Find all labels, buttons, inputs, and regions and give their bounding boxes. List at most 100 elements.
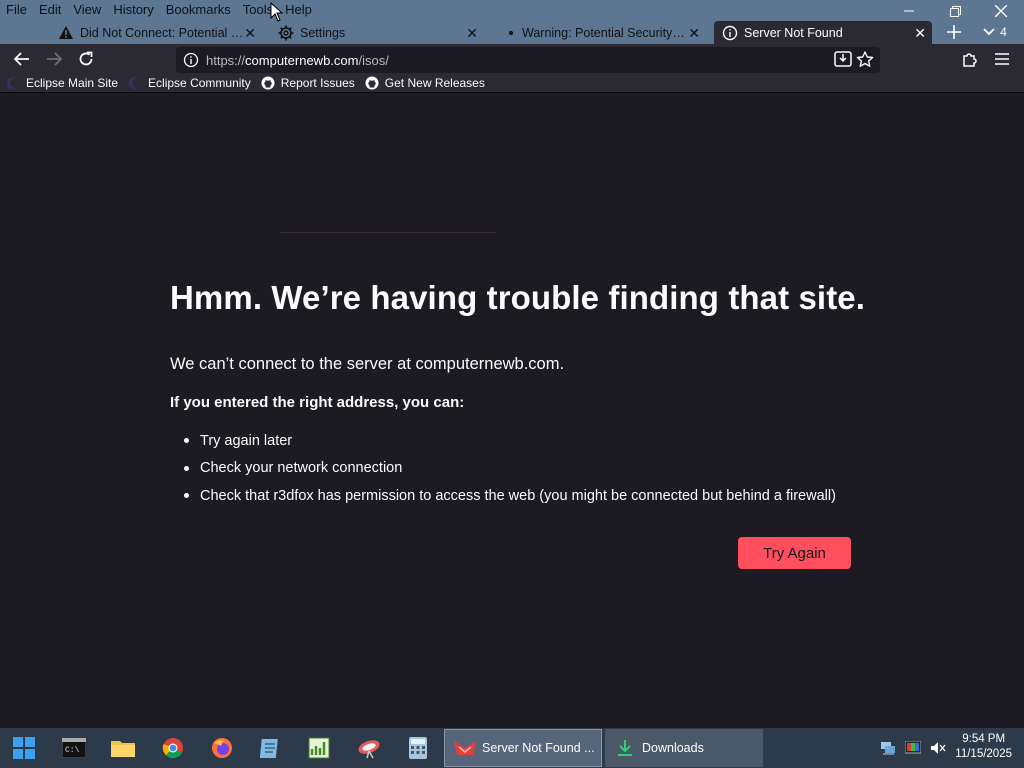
volume-muted-icon[interactable] xyxy=(930,740,946,756)
bookmark-eclipse-main-site[interactable]: Eclipse Main Site xyxy=(6,76,118,90)
menu-history[interactable]: History xyxy=(107,0,159,20)
bookmark-star-icon[interactable] xyxy=(856,51,874,73)
error-message: We can’t connect to the server at comput… xyxy=(170,355,565,373)
close-tab-icon[interactable]: ✕ xyxy=(688,25,700,42)
github-icon xyxy=(261,76,275,90)
taskbar-app-browser[interactable]: Server Not Found ... xyxy=(444,729,602,767)
tab-title: Settings xyxy=(300,25,346,40)
taskbar-app-downloads[interactable]: Downloads xyxy=(605,729,763,767)
back-button[interactable] xyxy=(9,48,35,70)
clock-time: 9:54 PM xyxy=(962,733,1006,745)
window-controls xyxy=(886,0,1024,22)
taskbar-chrome[interactable] xyxy=(158,734,188,762)
bookmark-get-new-releases[interactable]: Get New Releases xyxy=(365,76,485,90)
taskbar-network-app[interactable] xyxy=(354,734,384,762)
extensions-button[interactable] xyxy=(957,48,983,70)
taskbar-app-label: Downloads xyxy=(642,741,704,755)
error-title: Hmm. We’re having trouble finding that s… xyxy=(170,279,866,316)
tab-security-warning[interactable]: Warning: Potential Security Risk ✕ xyxy=(494,21,706,44)
reload-button[interactable] xyxy=(73,48,99,70)
save-page-icon[interactable] xyxy=(834,51,852,72)
app-menu-button[interactable] xyxy=(989,48,1015,70)
bookmark-report-issues[interactable]: Report Issues xyxy=(261,76,355,90)
clock-date: 11/15/2025 xyxy=(955,748,1012,760)
eclipse-icon xyxy=(128,76,143,90)
navigation-toolbar: https://computernewb.com/isos/ xyxy=(0,44,1024,73)
restore-button[interactable] xyxy=(932,0,978,22)
forward-button xyxy=(41,48,67,70)
plus-icon xyxy=(947,25,961,39)
firefox-icon xyxy=(212,738,232,758)
tab-title: Did Not Connect: Potential Sec xyxy=(80,25,246,40)
tab-server-not-found[interactable]: Server Not Found ✕ xyxy=(714,21,932,44)
url-scheme: https:// xyxy=(206,53,246,68)
taskbar-chart-app[interactable] xyxy=(304,734,334,762)
tab-did-not-connect[interactable]: Did Not Connect: Potential Sec ✕ xyxy=(50,21,262,44)
chrome-icon xyxy=(162,738,183,759)
arrow-right-icon xyxy=(47,52,62,66)
folder-icon xyxy=(111,741,135,757)
suggestion-text: Check that r3dfox has permission to acce… xyxy=(200,487,836,504)
close-window-button[interactable] xyxy=(978,0,1024,22)
menu-file[interactable]: File xyxy=(0,0,33,20)
puzzle-icon xyxy=(963,53,977,67)
error-page: Hmm. We’re having trouble finding that s… xyxy=(0,94,1024,728)
start-button[interactable] xyxy=(9,734,39,762)
taskbar: C:\ Server Not Found ... Downloads 9:54 … xyxy=(0,728,1024,768)
close-tab-icon[interactable]: ✕ xyxy=(466,25,478,42)
taskbar-firefox[interactable] xyxy=(207,734,237,762)
satellite-icon xyxy=(358,740,380,759)
network-tray-icon[interactable] xyxy=(880,740,896,756)
menu-bookmarks[interactable]: Bookmarks xyxy=(160,0,237,20)
new-tab-button[interactable] xyxy=(942,20,966,44)
title-bar: File Edit View History Bookmarks Tools H… xyxy=(0,0,1024,60)
bullet-icon xyxy=(184,493,189,499)
bullet-icon xyxy=(184,438,189,444)
list-item: Try again later xyxy=(184,427,836,455)
url-bar[interactable]: https://computernewb.com/isos/ xyxy=(176,47,880,73)
eclipse-icon xyxy=(6,76,20,90)
tab-settings[interactable]: Settings ✕ xyxy=(272,21,484,44)
bookmark-label: Get New Releases xyxy=(384,75,485,90)
taskbar-terminal[interactable]: C:\ xyxy=(59,734,89,762)
menu-view[interactable]: View xyxy=(67,0,107,20)
taskbar-file-explorer[interactable] xyxy=(108,734,138,762)
close-tab-icon[interactable]: ✕ xyxy=(914,25,926,42)
close-tab-icon[interactable]: ✕ xyxy=(244,25,256,42)
list-item: Check that r3dfox has permission to acce… xyxy=(184,482,836,510)
chart-doc-icon xyxy=(308,737,330,759)
url-host: computernewb.com xyxy=(245,53,359,68)
menu-help[interactable]: Help xyxy=(279,0,318,20)
site-info-icon[interactable] xyxy=(183,52,199,73)
suggestions-list: Try again later Check your network conne… xyxy=(184,427,836,510)
suggestions-heading: If you entered the right address, you ca… xyxy=(170,394,465,411)
bookmark-label: Eclipse Community xyxy=(148,75,251,90)
taskbar-notepad[interactable] xyxy=(255,734,285,762)
try-again-button[interactable]: Try Again xyxy=(738,537,851,569)
bookmarks-toolbar: Eclipse Main Site Eclipse Community Repo… xyxy=(0,73,1024,93)
taskbar-app-label: Server Not Found ... xyxy=(482,741,595,755)
url-text[interactable]: https://computernewb.com/isos/ xyxy=(206,53,389,68)
bookmark-label: Report Issues xyxy=(280,75,355,90)
suggestion-text: Try again later xyxy=(200,432,293,449)
tab-count: 4 xyxy=(1000,25,1007,39)
reload-icon xyxy=(79,51,93,66)
chevron-down-icon xyxy=(983,28,995,36)
info-icon xyxy=(722,25,738,41)
decorative-divider xyxy=(280,232,496,233)
calculator-icon xyxy=(409,737,427,759)
warning-icon xyxy=(58,25,74,41)
system-clock[interactable]: 9:54 PM 11/15/2025 xyxy=(955,732,1012,762)
tab-strip: Did Not Connect: Potential Sec ✕ Setting… xyxy=(0,20,1024,60)
mouse-cursor-icon xyxy=(270,1,284,27)
tab-title: Server Not Found xyxy=(744,25,843,40)
bookmark-eclipse-community[interactable]: Eclipse Community xyxy=(128,76,251,90)
windows-logo-icon xyxy=(13,737,35,759)
minimize-button[interactable] xyxy=(886,0,932,22)
list-all-tabs-button[interactable]: 4 xyxy=(978,20,1012,44)
dot-icon xyxy=(508,25,514,41)
suggestion-text: Check your network connection xyxy=(200,460,403,477)
taskbar-calculator[interactable] xyxy=(403,734,433,762)
menu-edit[interactable]: Edit xyxy=(33,0,67,20)
display-tray-icon[interactable] xyxy=(905,740,921,756)
